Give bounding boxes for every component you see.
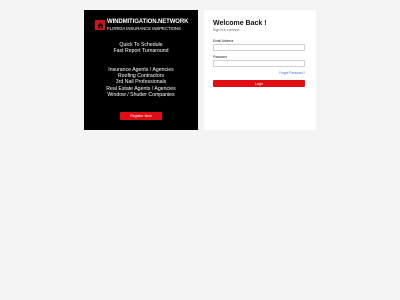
brand-name: WINDMITIGATION.NETWORK xyxy=(107,19,189,25)
email-field[interactable] xyxy=(213,44,305,51)
login-button[interactable]: Login xyxy=(213,80,305,87)
email-label: Email Address xyxy=(213,39,234,43)
audience-item: Window / Shutter Companies xyxy=(107,91,175,98)
brand: WINDMITIGATION.NETWORK FLORIDA INSURANCE… xyxy=(95,19,195,33)
forgot-password-link[interactable]: Forgot Password? xyxy=(279,71,305,75)
promo-taglines: Quick To Schedule Fast Report Turnaround xyxy=(84,42,198,54)
audience-list: Insurance Agents / Agencies Roofing Cont… xyxy=(84,67,198,98)
password-field[interactable] xyxy=(213,60,305,67)
login-panel: Welcome Back ! Sign in to continue. Emai… xyxy=(204,10,316,130)
register-button[interactable]: Register Now xyxy=(120,112,162,120)
promo-panel: WINDMITIGATION.NETWORK FLORIDA INSURANCE… xyxy=(84,10,198,130)
tagline: Fast Report Turnaround xyxy=(113,48,169,54)
password-label: Password xyxy=(213,55,227,59)
brand-tagline: FLORIDA INSURANCE INSPECTIONS xyxy=(107,26,181,31)
page-title: Welcome Back ! xyxy=(213,20,267,27)
page-subtitle: Sign in to continue. xyxy=(213,28,241,32)
house-icon xyxy=(95,20,105,30)
